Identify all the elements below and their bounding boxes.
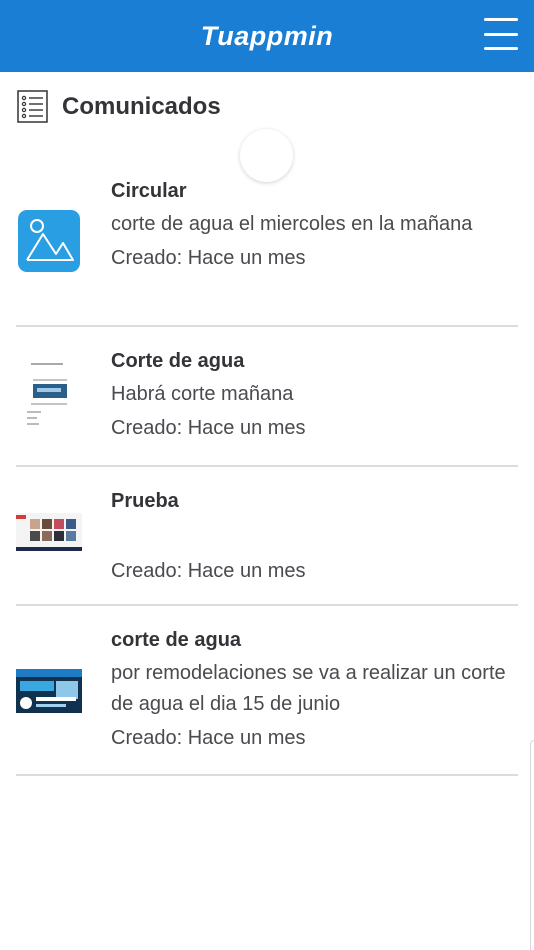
item-created: Creado: Hace un mes [111,560,306,582]
banner-thumbnail [16,668,82,714]
item-description [111,519,518,553]
section-title: Comunicados [62,92,221,120]
app-bar: Tuappmin [0,0,534,72]
screenshot-thumbnail [16,513,82,551]
hamburger-menu-icon[interactable] [484,18,518,50]
app-title: Tuappmin [200,20,334,51]
document-thumbnail [16,357,82,429]
item-title: corte de agua [111,629,242,651]
item-title: Circular [111,180,187,202]
item-description: Habrá corte mañana [111,383,294,405]
list-item[interactable]: Prueba Creado: Hace un mes [16,467,518,606]
item-created: Creado: Hace un mes [111,727,306,749]
section-header: Comunicados [17,90,221,123]
list-item[interactable]: corte de agua por remodelaciones se va a… [16,606,518,776]
placeholder-image-icon [16,210,82,272]
item-created: Creado: Hace un mes [111,247,306,269]
list-item[interactable]: Corte de agua Habrá corte mañana Creado:… [16,327,518,467]
item-title: Prueba [111,490,179,512]
list-icon [17,90,48,123]
item-description: por remodelaciones se va a realizar un c… [111,662,506,715]
scroll-edge [530,740,534,950]
list-item[interactable]: Circular corte de agua el miercoles en l… [16,170,518,327]
item-created: Creado: Hace un mes [111,417,306,439]
item-description: corte de agua el miercoles en la mañana [111,213,473,235]
item-title: Corte de agua [111,350,245,372]
announcement-list: Circular corte de agua el miercoles en l… [16,170,518,776]
